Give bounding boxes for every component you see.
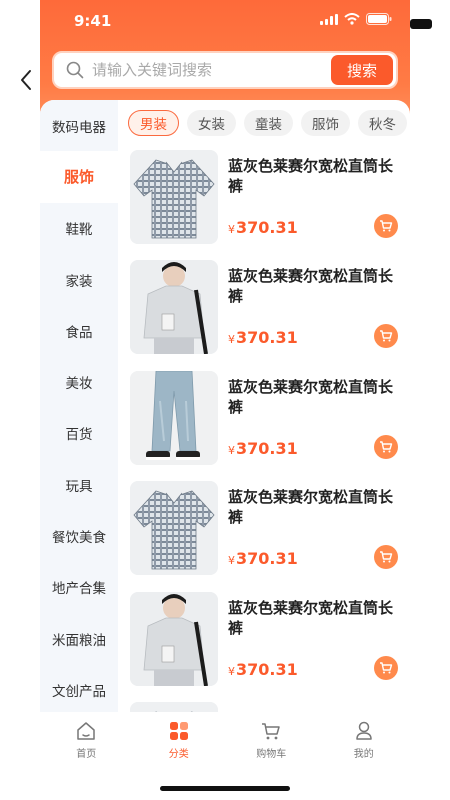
product-image[interactable] [130, 481, 218, 576]
cart-icon [262, 723, 280, 740]
status-time: 9:41 [74, 12, 112, 30]
tab-profile[interactable]: 我的 [318, 712, 411, 768]
status-icons [320, 13, 392, 25]
chip-active[interactable]: 男装 [128, 110, 179, 136]
cart-icon [380, 330, 393, 342]
sidebar-item[interactable]: 玩具 [40, 459, 118, 510]
wifi-icon [344, 13, 360, 25]
product-image[interactable] [130, 591, 218, 686]
product-card[interactable] [128, 700, 410, 712]
sidebar-item[interactable]: 鞋靴 [40, 203, 118, 254]
tab-category[interactable]: 分类 [133, 712, 226, 768]
product-title: 蓝灰色莱赛尔宽松直筒长裤 [228, 267, 394, 306]
product-image[interactable] [130, 260, 218, 355]
product-title: 蓝灰色莱赛尔宽松直筒长裤 [228, 488, 394, 527]
add-to-cart-button[interactable] [374, 214, 398, 238]
product-list: 蓝灰色莱赛尔宽松直筒长裤 ¥370.31 蓝灰色莱赛尔宽松直筒长裤 ¥370.3… [128, 148, 410, 712]
product-price: ¥370.31 [228, 438, 298, 458]
back-button[interactable] [14, 66, 38, 94]
tab-label: 我的 [353, 749, 374, 760]
sidebar-item[interactable]: 百货 [40, 408, 118, 459]
product-title: 蓝灰色莱赛尔宽松直筒长裤 [228, 157, 394, 195]
category-sidebar: 数码电器 服饰 鞋靴 家装 食品 美妆 百货 玩具 餐饮美食 地产合集 米面粮油… [40, 100, 118, 712]
sidebar-item[interactable]: 数码电器 [40, 100, 118, 151]
battery-icon [366, 13, 392, 25]
product-price: ¥370.31 [228, 218, 298, 237]
tab-home[interactable]: 首页 [40, 712, 133, 768]
chip[interactable]: 服饰 [301, 110, 350, 136]
search-input[interactable] [92, 61, 331, 79]
product-card[interactable]: 蓝灰色莱赛尔宽松直筒长裤 ¥370.31 [128, 369, 410, 479]
sidebar-item-active[interactable]: 服饰 [40, 151, 118, 203]
sidebar-item[interactable]: 餐饮美食 [40, 510, 118, 561]
bottom-tab-bar: 首页 分类 购物车 我的 [40, 712, 410, 768]
cart-icon [380, 661, 393, 674]
product-image[interactable] [130, 370, 218, 465]
product-image[interactable] [130, 701, 218, 712]
tab-label: 购物车 [256, 749, 287, 760]
chevron-left-icon [21, 70, 31, 90]
sidebar-item[interactable]: 地产合集 [40, 562, 118, 613]
category-icon [169, 722, 188, 740]
product-image[interactable] [130, 150, 218, 244]
add-to-cart-button[interactable] [374, 434, 398, 459]
search-icon [66, 61, 84, 79]
sidebar-item[interactable]: 美妆 [40, 356, 118, 407]
sidebar-item[interactable]: 家装 [40, 254, 118, 305]
product-title: 蓝灰色莱赛尔宽松直筒长裤 [228, 598, 394, 637]
product-title: 蓝灰色莱赛尔宽松直筒长裤 [228, 377, 394, 416]
tab-label: 分类 [168, 749, 189, 760]
home-icon [77, 722, 95, 740]
sidebar-item[interactable]: 食品 [40, 305, 118, 356]
tab-label: 首页 [76, 749, 97, 760]
cart-icon [380, 441, 393, 453]
subcategory-chips: 男装 女装 童装 服饰 秋冬 [128, 110, 410, 136]
add-to-cart-button[interactable] [374, 545, 398, 570]
add-to-cart-button[interactable] [374, 655, 398, 680]
product-price: ¥370.31 [228, 659, 298, 679]
cart-icon [380, 551, 393, 563]
chip[interactable]: 女装 [187, 110, 236, 136]
search-bar: 搜索 [52, 51, 398, 89]
chip[interactable]: 秋冬 [358, 110, 407, 136]
sidebar-item[interactable]: 文创产品 [40, 664, 118, 712]
product-card[interactable]: 蓝灰色莱赛尔宽松直筒长裤 ¥370.31 [128, 148, 410, 258]
sidebar-item[interactable]: 米面粮油 [40, 613, 118, 664]
profile-icon [356, 721, 372, 740]
add-to-cart-button[interactable] [374, 324, 398, 349]
battery-indicator-fragment [410, 19, 432, 29]
phone-screen: 9:41 搜索 [40, 0, 410, 800]
signal-icon [320, 13, 338, 25]
product-card[interactable]: 蓝灰色莱赛尔宽松直筒长裤 ¥370.31 [128, 479, 410, 589]
product-price: ¥370.31 [228, 328, 298, 348]
product-card[interactable]: 蓝灰色莱赛尔宽松直筒长裤 ¥370.31 [128, 590, 410, 700]
content-area: 数码电器 服饰 鞋靴 家装 食品 美妆 百货 玩具 餐饮美食 地产合集 米面粮油… [40, 100, 410, 712]
tab-cart[interactable]: 购物车 [225, 712, 318, 768]
product-price: ¥370.31 [228, 549, 298, 569]
product-card[interactable]: 蓝灰色莱赛尔宽松直筒长裤 ¥370.31 [128, 258, 410, 368]
chip[interactable]: 童装 [244, 110, 293, 136]
search-button[interactable]: 搜索 [331, 55, 393, 85]
cart-icon [380, 220, 393, 232]
home-indicator [160, 786, 290, 791]
